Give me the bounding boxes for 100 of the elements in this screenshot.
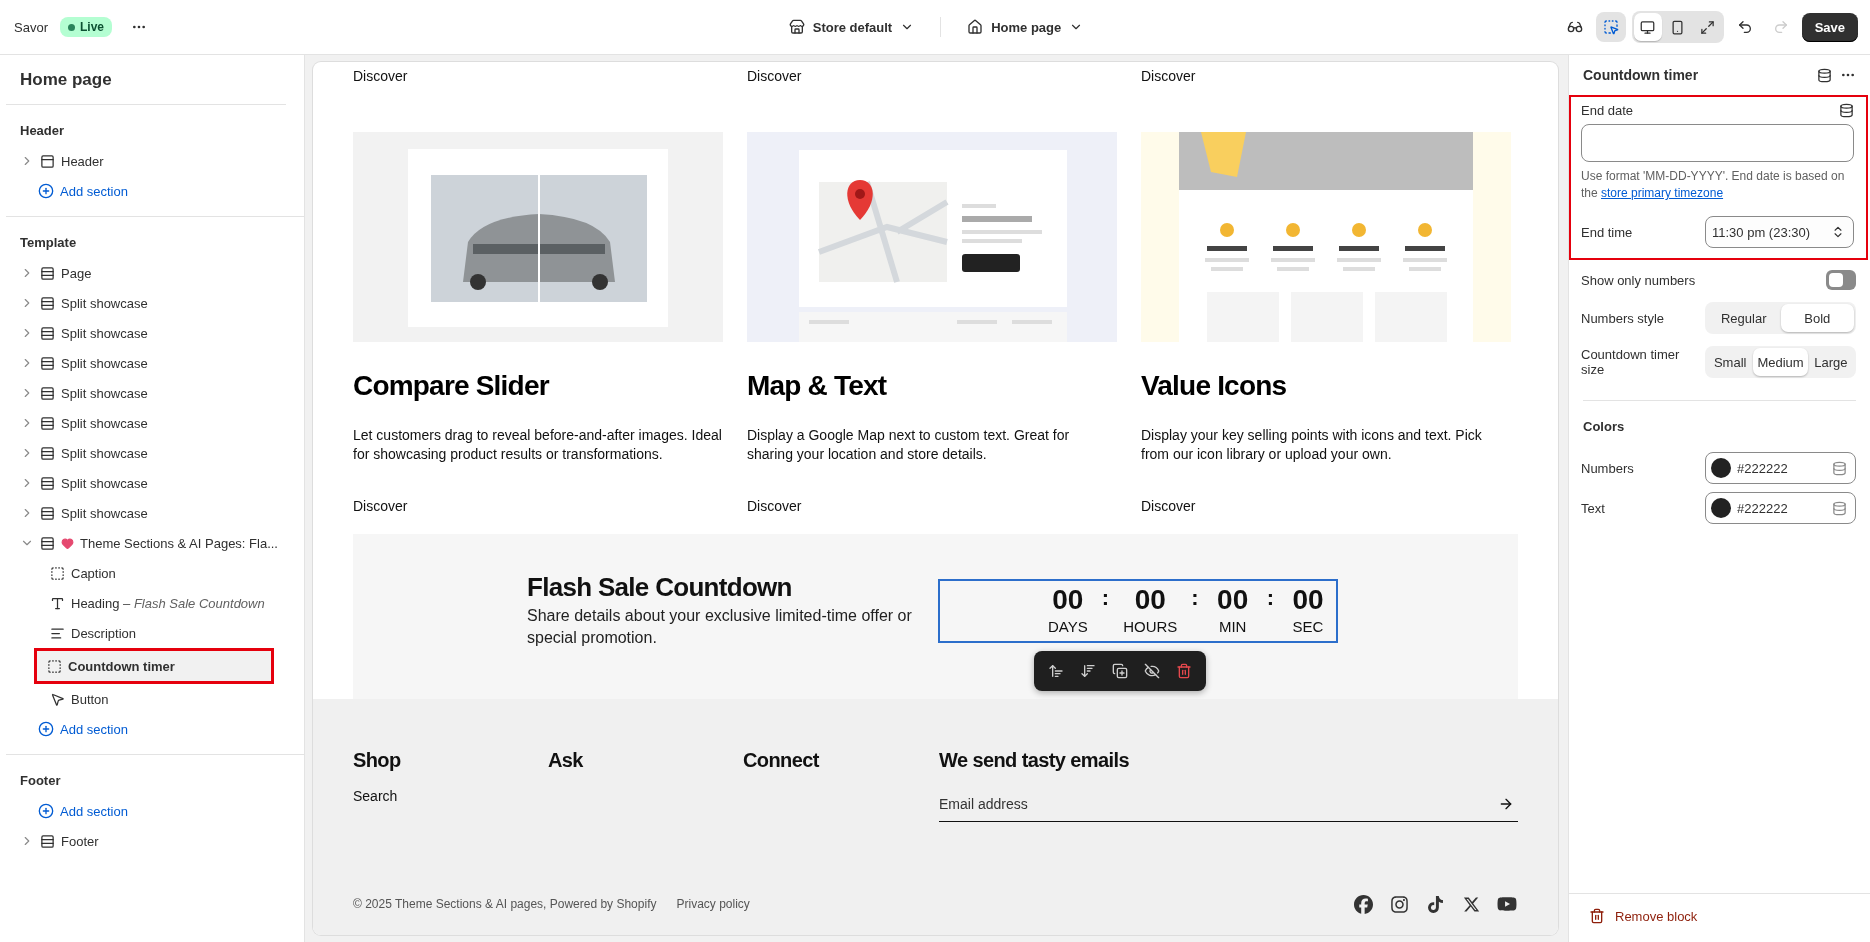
card-title: Compare Slider — [353, 369, 551, 403]
plus-circle-icon — [38, 721, 54, 737]
footer-heading: Ask — [548, 749, 584, 772]
rows-icon — [40, 415, 55, 431]
field-label: End date — [1581, 103, 1634, 118]
time-unit-label: HOURS — [1123, 616, 1178, 637]
help-text: Use format 'MM-DD-YYYY'. End date is based on the store primary timezone — [1581, 168, 1846, 202]
time-separator: : — [1266, 583, 1274, 612]
segment-option[interactable]: Medium — [1753, 348, 1808, 376]
sidebar-item[interactable]: Footer — [6, 826, 286, 856]
undo-icon — [1736, 19, 1753, 35]
database-icon[interactable] — [1839, 103, 1854, 118]
field-label: Numbers style — [1581, 310, 1666, 326]
time-separator: : — [1191, 583, 1199, 612]
time-unit-label: MIN — [1218, 616, 1247, 637]
card-description: Let customers drag to reveal before-and-after images. Ideal for showcasing product results or transformations. — [353, 426, 723, 464]
card-description: Display your key selling points with icons and text. Pick from our icon library or upload your own. — [1141, 426, 1483, 464]
field-label: End time — [1581, 224, 1634, 240]
card-title: Value Icons — [1141, 369, 1288, 403]
text-icon — [50, 595, 65, 611]
color-field[interactable]: #222222 — [1705, 452, 1856, 484]
rows-icon — [40, 265, 55, 281]
end-time-select[interactable]: 11:30 pm (23:30) — [1705, 216, 1854, 248]
footer-link[interactable]: Search — [353, 788, 398, 804]
sidebar-item[interactable]: Theme Sections & AI Pages: Fla... — [6, 528, 286, 558]
time-value: 00 — [1292, 582, 1324, 617]
sidebar-item[interactable]: Split showcase — [6, 378, 286, 408]
discover-link[interactable]: Discover — [1141, 496, 1511, 516]
privacy-link[interactable]: Privacy policy — [676, 897, 750, 911]
sort-down-icon — [1080, 662, 1096, 679]
theme-selector[interactable]: Store default — [780, 13, 923, 41]
countdown-timer[interactable]: 00 DAYS : 00 HOURS : 00 MIN : 00 SEC — [938, 578, 1338, 643]
card-description: Display a Google Map next to custom text. Great for sharing your location and store details. — [747, 426, 1071, 464]
instagram-icon[interactable] — [1388, 893, 1410, 915]
add-section-button[interactable]: Add section — [6, 796, 286, 826]
time-value: 00 — [1134, 582, 1166, 617]
countdown-description: Share details about your exclusive limited-time offer or special promotion. — [527, 606, 913, 648]
mobile-icon — [1670, 19, 1686, 35]
footer-heading: Connect — [743, 749, 821, 772]
group-title: Header — [19, 122, 66, 140]
remove-block-button[interactable]: Remove block — [1589, 904, 1698, 928]
email-field[interactable]: Email address — [939, 786, 1518, 822]
add-section-button[interactable]: Add section — [6, 176, 286, 206]
segment-option[interactable]: Large — [1807, 348, 1854, 376]
discover-link[interactable]: Discover — [353, 66, 723, 86]
database-icon[interactable] — [1817, 67, 1832, 83]
segment-option[interactable]: Small — [1707, 348, 1754, 376]
dashed-square-icon — [47, 658, 62, 674]
trash-icon — [1176, 662, 1192, 679]
discover-link[interactable]: Discover — [353, 496, 723, 516]
time-unit-label: SEC — [1292, 616, 1324, 637]
time-value: 00 — [1052, 582, 1084, 617]
card-title: Map & Text — [747, 369, 888, 403]
rows-icon — [40, 325, 55, 341]
sort-up-icon — [1048, 662, 1064, 679]
group-title: Footer — [19, 772, 62, 790]
sidebar-item[interactable]: Split showcase — [6, 498, 286, 528]
toggle-switch[interactable] — [1826, 270, 1856, 290]
sidebar-item[interactable]: Split showcase — [6, 468, 286, 498]
sidebar-item[interactable]: Split showcase — [6, 348, 286, 378]
page-selector[interactable]: Home page — [959, 13, 1092, 41]
copy-plus-icon — [1112, 662, 1128, 679]
panel-title: Countdown timer — [1583, 67, 1700, 83]
rows-icon — [40, 445, 55, 461]
save-button[interactable]: Save — [1801, 12, 1858, 42]
sidebar-item[interactable]: Page — [6, 258, 286, 288]
sidebar-item[interactable]: Split showcase — [6, 318, 286, 348]
view-button[interactable] — [1633, 13, 1662, 41]
add-section-button[interactable]: Add section — [6, 714, 286, 744]
rows-icon — [40, 535, 55, 551]
sidebar-item[interactable]: Split showcase — [6, 288, 286, 318]
trash-icon — [1589, 908, 1605, 924]
sidebar-item[interactable]: Countdown timer — [37, 651, 271, 681]
discover-link[interactable]: Discover — [747, 496, 1117, 516]
discover-link[interactable]: Discover — [747, 66, 1117, 86]
sidebar-item[interactable]: Caption — [6, 558, 286, 588]
rows-icon — [40, 295, 55, 311]
sidebar-item[interactable]: Header — [6, 146, 286, 176]
end-date-field[interactable] — [1581, 124, 1854, 162]
timezone-link[interactable]: store primary timezone — [1601, 186, 1724, 200]
footer-heading: Shop — [353, 749, 402, 772]
sidebar-item[interactable]: Description — [6, 618, 286, 648]
sidebar-item[interactable]: Button — [6, 684, 286, 714]
color-field[interactable]: #222222 — [1705, 492, 1856, 524]
eye-off-icon — [1144, 662, 1160, 679]
section-title: Colors — [1582, 419, 1626, 434]
dashed-square-icon — [50, 565, 65, 581]
status-dot-icon — [67, 23, 75, 31]
segment-option[interactable]: Bold — [1780, 304, 1854, 332]
group-title: Template — [19, 234, 78, 252]
discover-link[interactable]: Discover — [1141, 66, 1511, 86]
sidebar-item[interactable]: Split showcase — [6, 438, 286, 468]
sidebar-item[interactable]: Heading – Flash Sale Countdown — [6, 588, 286, 618]
header-layout-icon — [40, 153, 55, 169]
facebook-icon[interactable] — [1352, 893, 1374, 915]
segment-option[interactable]: Regular — [1707, 304, 1781, 332]
field-label: Text — [1581, 500, 1606, 516]
sidebar-item[interactable]: Split showcase — [6, 408, 286, 438]
inspector-button[interactable] — [1595, 12, 1626, 42]
rows-icon — [40, 475, 55, 491]
